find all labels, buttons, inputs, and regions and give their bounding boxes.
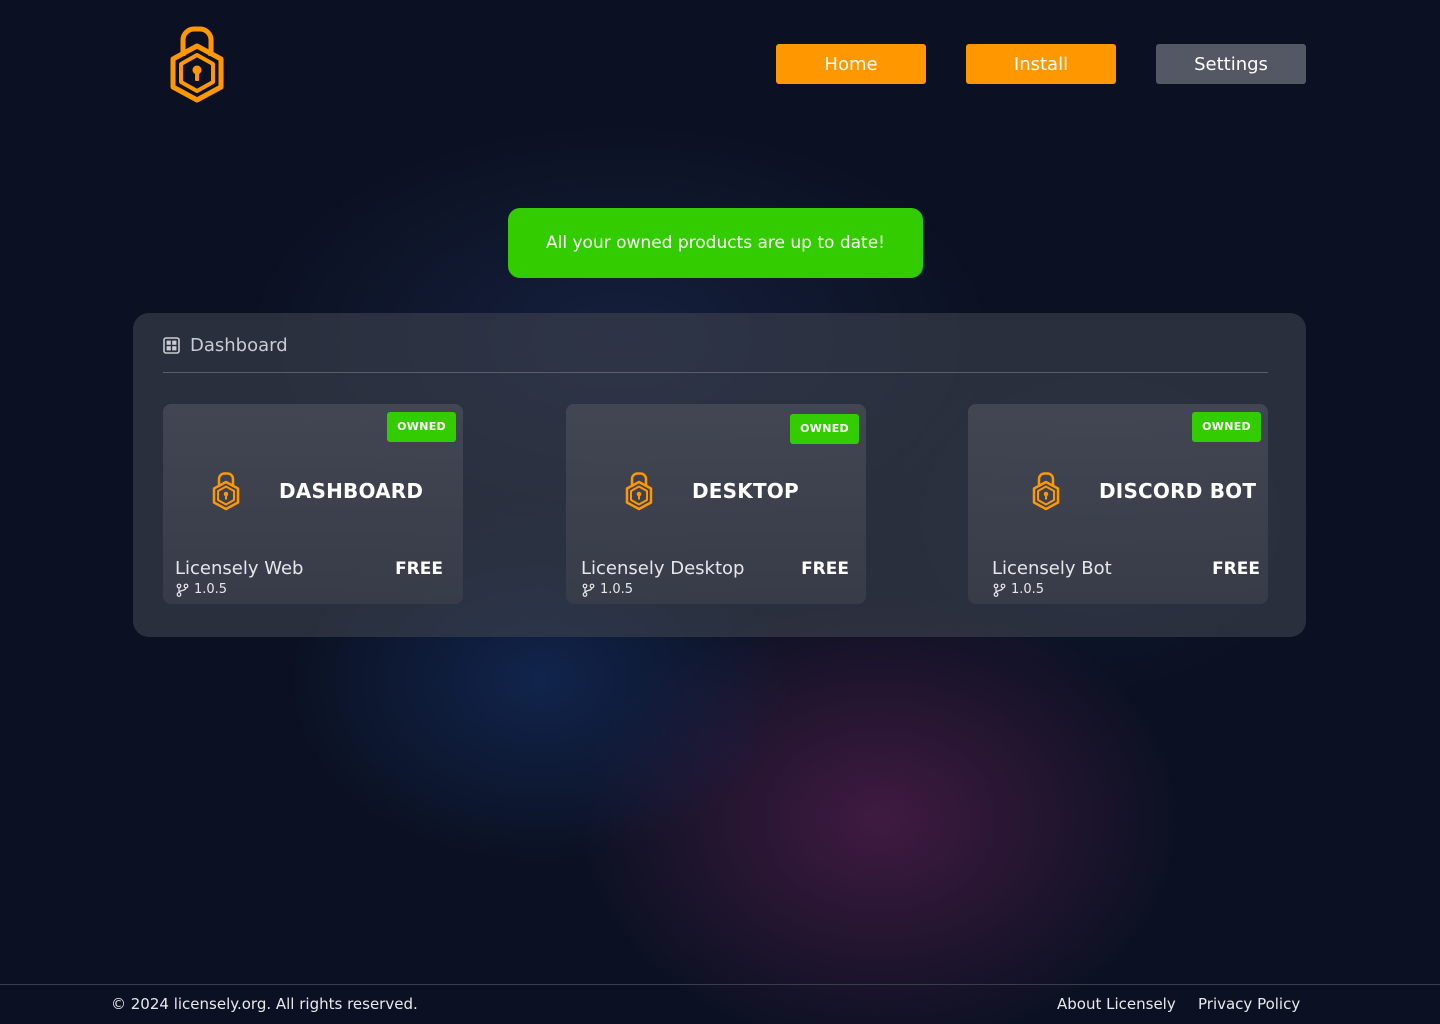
product-card-dashboard[interactable]: OWNED DASHBOARD Licensely Web FREE 1.0.5 [163,404,463,604]
product-version: 1.0.5 [582,582,633,597]
footer-copyright: © 2024 licensely.org. All rights reserve… [111,995,418,1013]
owned-badge: OWNED [1192,412,1261,442]
shield-lock-icon [625,472,653,511]
status-banner-text: All your owned products are up to date! [546,233,885,253]
git-branch-icon [176,583,189,597]
product-name: Licensely Web [175,558,304,579]
shield-lock-icon [212,472,240,511]
panel-divider [163,372,1268,373]
panel-header: Dashboard [163,333,288,357]
product-version-text: 1.0.5 [194,582,228,597]
panel-title: Dashboard [190,334,288,356]
product-card-discord-bot[interactable]: OWNED DISCORD BOT Licensely Bot FREE 1.0… [968,404,1268,604]
grid-icon [163,336,180,354]
shield-lock-icon[interactable] [167,22,227,106]
nav-install-button[interactable]: Install [966,44,1116,84]
status-banner: All your owned products are up to date! [508,208,923,278]
product-price: FREE [395,559,443,579]
product-title: DASHBOARD [279,479,424,503]
product-version-text: 1.0.5 [600,582,634,597]
product-version: 1.0.5 [176,582,227,597]
product-price: FREE [801,559,849,579]
git-branch-icon [582,583,595,597]
dashboard-panel: Dashboard OWNED DASHBOARD Licensely Web … [133,313,1306,637]
product-title: DESKTOP [692,479,799,503]
product-price: FREE [1212,559,1260,579]
nav-home-button[interactable]: Home [776,44,926,84]
product-card-desktop[interactable]: OWNED DESKTOP Licensely Desktop FREE 1.0… [566,404,866,604]
owned-badge: OWNED [790,414,859,444]
shield-lock-icon [1032,472,1060,511]
git-branch-icon [993,583,1006,597]
product-title: DISCORD BOT [1099,479,1257,503]
footer-about-link[interactable]: About Licensely [1057,995,1176,1013]
product-version: 1.0.5 [993,582,1044,597]
footer-divider [0,984,1440,985]
page: Home Install Settings All your owned pro… [0,0,1440,1024]
product-name: Licensely Bot [992,558,1112,579]
product-version-text: 1.0.5 [1011,582,1045,597]
owned-badge: OWNED [387,412,456,442]
footer-privacy-link[interactable]: Privacy Policy [1198,995,1300,1013]
nav-settings-button[interactable]: Settings [1156,44,1306,84]
product-name: Licensely Desktop [581,558,745,579]
